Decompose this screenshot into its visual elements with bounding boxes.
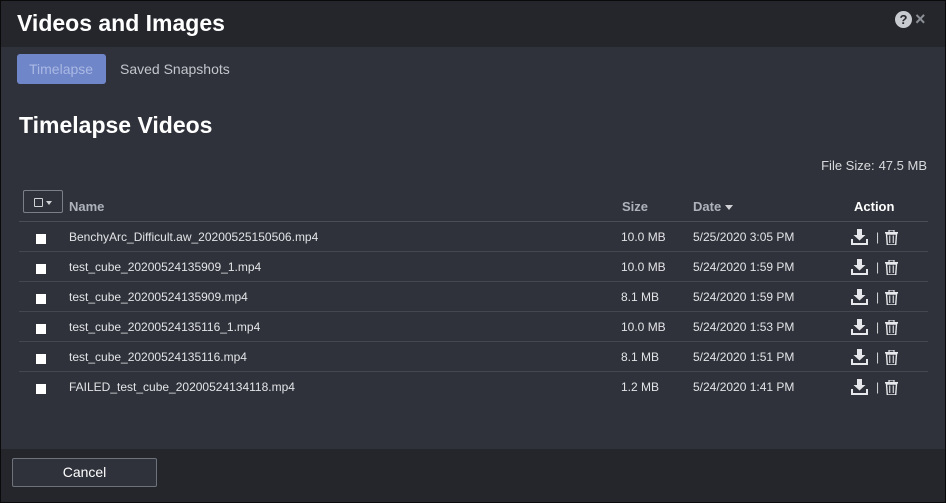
- table-header: Name Size Date Action: [19, 189, 928, 222]
- file-date: 5/24/2020 1:41 PM: [693, 380, 795, 394]
- table-row: FAILED_test_cube_20200524134118.mp4 1.2 M…: [19, 372, 928, 401]
- row-actions: |: [851, 319, 899, 335]
- column-header-name[interactable]: Name: [69, 199, 104, 214]
- file-date: 5/24/2020 1:59 PM: [693, 290, 795, 304]
- row-actions: |: [851, 349, 899, 365]
- trash-icon[interactable]: [885, 289, 899, 305]
- trash-icon[interactable]: [885, 379, 899, 395]
- checkbox-icon: [34, 198, 43, 207]
- file-size-label: File Size:: [821, 158, 875, 173]
- trash-icon[interactable]: [885, 349, 899, 365]
- dialog-title: Videos and Images: [17, 10, 225, 36]
- action-separator: |: [876, 380, 880, 394]
- section-title: Timelapse Videos: [19, 112, 213, 138]
- file-date: 5/24/2020 1:51 PM: [693, 350, 795, 364]
- download-icon[interactable]: [851, 379, 868, 395]
- cancel-button[interactable]: Cancel: [12, 458, 157, 487]
- file-date: 5/24/2020 1:53 PM: [693, 320, 795, 334]
- download-icon[interactable]: [851, 349, 868, 365]
- table-row: test_cube_20200524135909_1.mp4 10.0 MB 5/2…: [19, 252, 928, 282]
- download-icon[interactable]: [851, 319, 868, 335]
- row-checkbox[interactable]: [36, 384, 46, 394]
- help-icon[interactable]: ?: [895, 11, 912, 28]
- file-name: test_cube_20200524135909.mp4: [69, 290, 248, 304]
- action-separator: |: [876, 290, 880, 304]
- close-icon[interactable]: ×: [915, 9, 926, 29]
- file-name: test_cube_20200524135116.mp4: [69, 350, 247, 364]
- trash-icon[interactable]: [885, 319, 899, 335]
- action-separator: |: [876, 350, 880, 364]
- row-checkbox[interactable]: [36, 264, 46, 274]
- dialog-header: Videos and Images ? ×: [1, 1, 945, 47]
- row-actions: |: [851, 289, 899, 305]
- chevron-down-icon: [46, 201, 52, 205]
- row-checkbox[interactable]: [36, 324, 46, 334]
- videos-images-dialog: Videos and Images ? × Timelapse Saved Sn…: [0, 0, 946, 503]
- trash-icon[interactable]: [885, 229, 899, 245]
- table-row: BenchyArc_Difficult.aw_20200525150506.mp…: [19, 222, 928, 252]
- table-row: test_cube_20200524135116_1.mp4 10.0 MB 5/2…: [19, 312, 928, 342]
- action-separator: |: [876, 230, 880, 244]
- file-size: 10.0 MB: [621, 260, 666, 274]
- file-date: 5/24/2020 1:59 PM: [693, 260, 795, 274]
- action-separator: |: [876, 320, 880, 334]
- timelapse-table: Name Size Date Action BenchyArc_Difficul…: [19, 189, 928, 401]
- download-icon[interactable]: [851, 229, 868, 245]
- column-header-date[interactable]: Date: [693, 199, 734, 214]
- file-size: 1.2 MB: [621, 380, 660, 394]
- table-row: test_cube_20200524135909.mp4 8.1 MB 5/24/2…: [19, 282, 928, 312]
- download-icon[interactable]: [851, 289, 868, 305]
- row-checkbox[interactable]: [36, 234, 46, 244]
- row-checkbox[interactable]: [36, 354, 46, 364]
- file-name: FAILED_test_cube_20200524134118.mp4: [69, 380, 295, 394]
- column-header-size[interactable]: Size: [622, 199, 648, 214]
- file-name: test_cube_20200524135116_1.mp4: [69, 320, 261, 334]
- file-size: 8.1 MB: [621, 350, 660, 364]
- file-size-value: 47.5 MB: [878, 158, 927, 173]
- tab-timelapse[interactable]: Timelapse: [17, 54, 106, 84]
- column-header-action: Action: [854, 199, 895, 214]
- sort-desc-icon: [725, 205, 734, 211]
- column-header-date-label: Date: [693, 199, 722, 214]
- file-size: 8.1 MB: [621, 290, 660, 304]
- row-actions: |: [851, 259, 899, 275]
- file-date: 5/25/2020 3:05 PM: [693, 230, 795, 244]
- download-icon[interactable]: [851, 259, 868, 275]
- file-name: test_cube_20200524135909_1.mp4: [69, 260, 262, 274]
- select-all-dropdown[interactable]: [23, 190, 63, 213]
- trash-icon[interactable]: [885, 259, 899, 275]
- file-size: 10.0 MB: [621, 320, 666, 334]
- action-separator: |: [876, 260, 880, 274]
- file-name: BenchyArc_Difficult.aw_20200525150506.mp…: [69, 230, 319, 244]
- file-size-summary: File Size: 47.5 MB: [817, 158, 927, 173]
- row-actions: |: [851, 229, 899, 245]
- dialog-footer: Cancel: [1, 449, 945, 502]
- file-size: 10.0 MB: [621, 230, 666, 244]
- table-body: BenchyArc_Difficult.aw_20200525150506.mp…: [19, 222, 928, 401]
- row-checkbox[interactable]: [36, 294, 46, 304]
- row-actions: |: [851, 379, 899, 395]
- tab-saved-snapshots[interactable]: Saved Snapshots: [108, 54, 242, 84]
- table-row: test_cube_20200524135116.mp4 8.1 MB 5/24/2…: [19, 342, 928, 372]
